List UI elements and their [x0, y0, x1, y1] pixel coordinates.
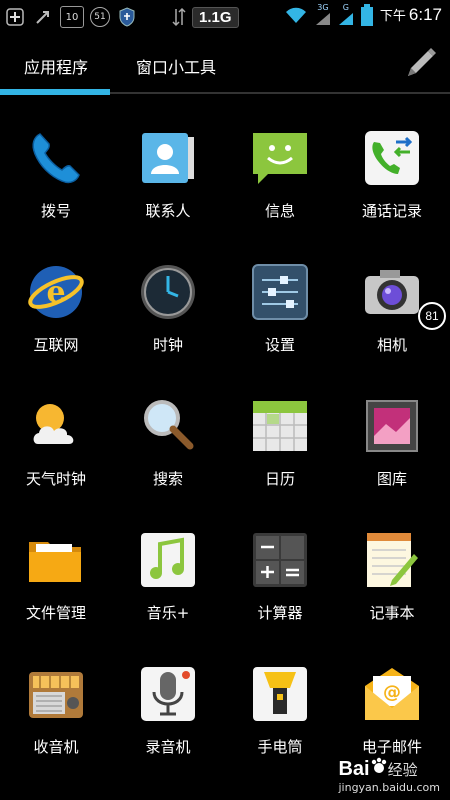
status-notifications: 10 51 — [4, 6, 138, 28]
app-label: 文件管理 — [25, 604, 86, 622]
app-settings[interactable]: 设置 — [224, 252, 336, 386]
app-label: 信息 — [264, 202, 295, 220]
app-notepad[interactable]: 记事本 — [336, 520, 448, 654]
paw-icon — [371, 757, 386, 773]
add-notification-icon — [4, 7, 26, 27]
network-speed-value: 1.1G — [192, 6, 239, 28]
app-label: 设置 — [264, 336, 295, 354]
app-label: 日历 — [264, 470, 295, 488]
signal-3g: 3G — [315, 4, 331, 26]
network-speed: 1.1G — [172, 2, 239, 32]
app-music[interactable]: 音乐+ — [112, 520, 224, 654]
app-label: 相机 — [376, 336, 407, 354]
clock: 下午 6:17 — [380, 5, 442, 25]
app-label: 手电筒 — [257, 738, 303, 756]
app-gallery[interactable]: 图库 — [336, 386, 448, 520]
tab-indicator — [0, 89, 110, 95]
music-icon — [141, 533, 195, 587]
settings-icon — [252, 264, 308, 320]
app-label: 搜索 — [152, 470, 183, 488]
app-label: 联系人 — [145, 202, 191, 220]
tab-apps[interactable]: 应用程序 — [24, 54, 88, 78]
phone-icon — [32, 133, 80, 184]
app-weather[interactable]: 天气时钟 — [0, 386, 112, 520]
calendar-notification-icon: 10 — [60, 6, 84, 28]
app-label: 拨号 — [40, 202, 71, 220]
app-label: 天气时钟 — [25, 470, 86, 488]
app-calculator[interactable]: 计算器 — [224, 520, 336, 654]
watermark-url: jingyan.baidu.com — [338, 781, 440, 794]
app-contacts[interactable]: 联系人 — [112, 118, 224, 252]
tab-widgets[interactable]: 窗口小工具 — [136, 54, 216, 78]
flashlight-icon — [253, 667, 307, 721]
svg-text:e: e — [46, 275, 65, 310]
app-flashlight[interactable]: 手电筒 — [224, 654, 336, 788]
recorder-icon — [141, 667, 195, 721]
contacts-icon — [142, 133, 194, 183]
transfer-arrows-icon — [172, 7, 186, 27]
watermark-suffix: 经验 — [387, 761, 418, 779]
app-label: 电子邮件 — [361, 738, 422, 756]
signal-g: G — [338, 4, 354, 26]
battery-icon — [360, 4, 373, 26]
camera-count-badge: 81 — [418, 302, 446, 330]
app-label: 时钟 — [152, 336, 183, 354]
notepad-icon — [367, 533, 418, 587]
app-search[interactable]: 搜索 — [112, 386, 224, 520]
gallery-icon — [366, 400, 418, 452]
watermark: Bai 经验 jingyan.baidu.com — [338, 757, 440, 794]
app-label: 收音机 — [33, 738, 79, 756]
app-calendar[interactable]: 日历 — [224, 386, 336, 520]
app-file-manager[interactable]: 文件管理 — [0, 520, 112, 654]
signal-bars-icon — [315, 13, 330, 25]
update-count-icon: 51 — [90, 7, 110, 27]
weather-icon — [33, 404, 74, 444]
pencil-icon[interactable] — [404, 46, 438, 80]
signal-bars-icon — [338, 13, 353, 25]
app-call-log[interactable]: 通话记录 — [336, 118, 448, 252]
app-clock[interactable]: 时钟 — [112, 252, 224, 386]
svg-text:@: @ — [383, 682, 401, 703]
app-label: 记事本 — [369, 604, 415, 622]
browser-icon: e — [28, 266, 84, 318]
calendar-icon — [253, 401, 307, 451]
signal-3g-label: 3G — [317, 3, 329, 12]
watermark-brand: Bai — [338, 758, 370, 780]
app-label: 录音机 — [145, 738, 191, 756]
folder-icon — [29, 542, 81, 582]
shield-icon — [116, 7, 138, 27]
usb-icon — [32, 7, 54, 27]
app-label: 通话记录 — [361, 202, 422, 220]
radio-icon — [29, 672, 83, 718]
clock-ampm: 下午 — [379, 8, 406, 23]
email-icon: @ — [365, 668, 419, 720]
app-radio[interactable]: 收音机 — [0, 654, 112, 788]
app-label: 计算器 — [257, 604, 303, 622]
wifi-icon — [285, 7, 306, 23]
calculator-icon — [253, 533, 307, 587]
signal-g-label: G — [342, 3, 349, 12]
status-bar: 10 51 1.1G 3G G 下午 6:17 — [0, 0, 450, 34]
app-label: 图库 — [376, 470, 407, 488]
search-icon — [144, 400, 194, 450]
app-label: 互联网 — [33, 336, 79, 354]
status-system-icons: 3G G 下午 6:17 — [284, 4, 442, 26]
app-label: 音乐+ — [146, 604, 190, 622]
call-log-icon — [365, 131, 419, 185]
clock-time: 6:17 — [408, 5, 442, 24]
camera-icon — [365, 270, 419, 314]
app-recorder[interactable]: 录音机 — [112, 654, 224, 788]
app-browser[interactable]: e 互联网 — [0, 252, 112, 386]
app-dialer[interactable]: 拨号 — [0, 118, 112, 252]
drawer-tabs: 应用程序 窗口小工具 — [0, 34, 450, 96]
clock-icon — [141, 265, 195, 319]
messaging-icon — [253, 133, 307, 184]
app-messaging[interactable]: 信息 — [224, 118, 336, 252]
